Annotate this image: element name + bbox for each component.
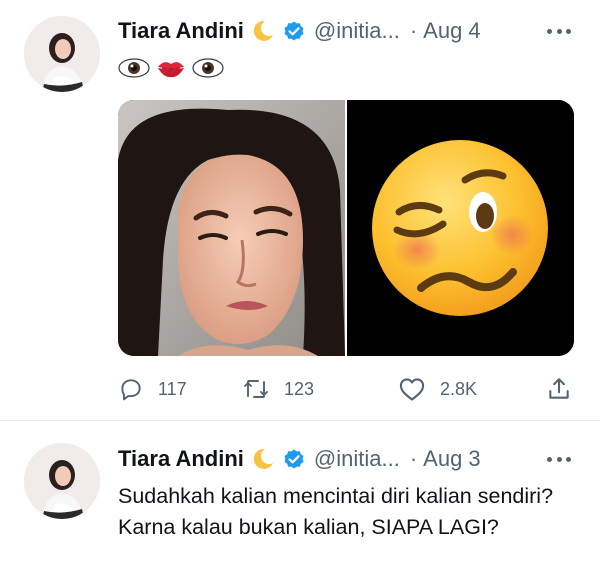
- tweet-header: Tiara Andini @initia... · Aug 3: [118, 442, 580, 476]
- retweet-count: 123: [284, 378, 315, 399]
- eyes-emoji: [192, 58, 224, 78]
- crescent-moon-icon: [250, 446, 276, 472]
- more-options-icon[interactable]: [544, 18, 574, 44]
- avatar[interactable]: [24, 16, 100, 92]
- author-name[interactable]: Tiara Andini: [118, 446, 244, 472]
- reply-count: 117: [158, 378, 187, 399]
- tweet-actions: 117 123 2.8K: [118, 372, 578, 406]
- tweet-text: Sudahkah kalian mencintai diri kalian se…: [118, 484, 554, 539]
- crescent-moon-icon: [250, 18, 276, 44]
- like-button[interactable]: 2.8K: [398, 372, 477, 406]
- tweet-date[interactable]: Aug 3: [423, 446, 481, 472]
- tweet[interactable]: Tiara Andini @initia... · Aug 3 Sudahkah…: [0, 421, 600, 574]
- avatar[interactable]: [24, 443, 100, 519]
- verified-badge-icon: [282, 19, 306, 43]
- author-handle[interactable]: @initia...: [314, 446, 400, 472]
- tweet-text: [118, 54, 224, 82]
- author-name[interactable]: Tiara Andini: [118, 18, 244, 44]
- tweet-date[interactable]: Aug 4: [423, 18, 481, 44]
- lips-emoji: [158, 62, 184, 78]
- eyes-emoji: [118, 58, 150, 78]
- more-options-icon[interactable]: [544, 446, 574, 472]
- reply-icon: [121, 379, 141, 401]
- media-grid[interactable]: [118, 100, 574, 356]
- like-count: 2.8K: [440, 378, 478, 399]
- share-icon: [549, 378, 569, 399]
- reply-button[interactable]: 117: [118, 372, 187, 406]
- separator-dot: ·: [409, 18, 418, 43]
- heart-icon: [399, 378, 425, 401]
- verified-badge-icon: [282, 447, 306, 471]
- retweet-icon: [244, 380, 268, 398]
- separator-dot: ·: [409, 446, 418, 471]
- retweet-button[interactable]: 123: [242, 372, 314, 406]
- tweet-header: Tiara Andini @initia... · Aug 4: [118, 14, 580, 48]
- share-button[interactable]: [546, 372, 572, 406]
- photo-woman-grimacing[interactable]: [118, 100, 345, 356]
- tweet[interactable]: Tiara Andini @initia... · Aug 4 117 123 …: [0, 0, 600, 420]
- author-handle[interactable]: @initia...: [314, 18, 400, 44]
- woozy-face-emoji-image[interactable]: [347, 100, 574, 356]
